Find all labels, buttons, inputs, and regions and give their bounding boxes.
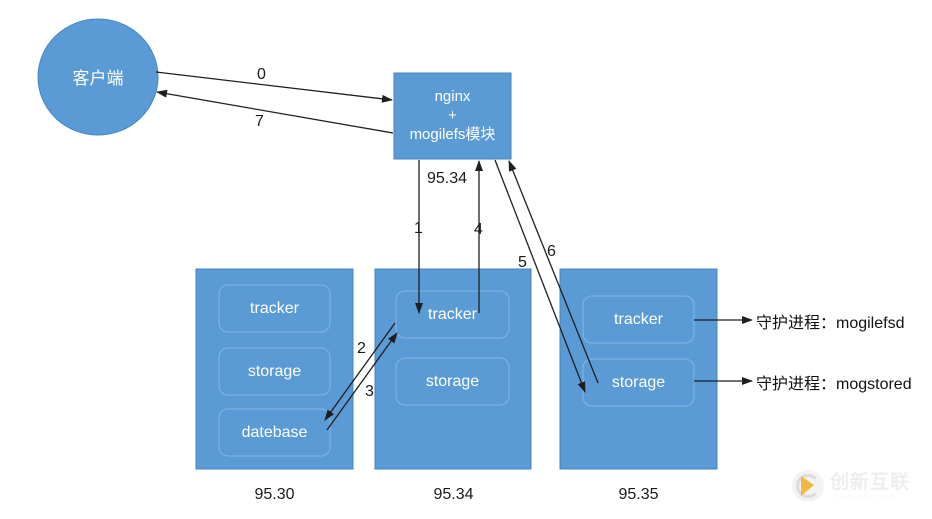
diagram-canvas: 客户端 nginx + mogilefs模块 tracker storage d…	[0, 0, 932, 519]
watermark-text: 创新互联	[830, 470, 911, 493]
edge-label-step5: 5	[518, 254, 527, 271]
edge-label-nginx-backend-ip: 95.34	[427, 170, 468, 187]
watermark: 创新互联 CHUANGXIN HULIAN	[792, 462, 928, 510]
arrow-step7	[156, 89, 394, 134]
server-9534-ip-caption: 95.34	[433, 486, 474, 503]
arrow-step5	[494, 159, 586, 393]
arrow-step2	[324, 322, 396, 421]
edge-label-step4: 4	[474, 221, 483, 238]
server-9535-ip-caption: 95.35	[618, 486, 659, 503]
storage-daemon-annotation: 守护进程：mogstored	[756, 376, 912, 393]
edge-label-step7: 7	[255, 113, 264, 130]
edge-label-step2: 2	[357, 340, 366, 357]
arrow-step0	[155, 71, 393, 103]
edge-label-step6: 6	[547, 243, 556, 260]
edge-label-step3: 3	[365, 383, 374, 400]
edge-label-step1: 1	[414, 220, 423, 237]
tracker-daemon-annotation: 守护进程：mogilefsd	[756, 315, 905, 332]
arrow-layer	[155, 71, 753, 431]
arrow-step6	[508, 160, 599, 384]
watermark-subtext: CHUANGXIN HULIAN	[830, 493, 899, 500]
edge-label-step0: 0	[257, 66, 266, 83]
server-9530-ip-caption: 95.30	[254, 486, 295, 503]
watermark-logo-icon	[792, 470, 824, 502]
